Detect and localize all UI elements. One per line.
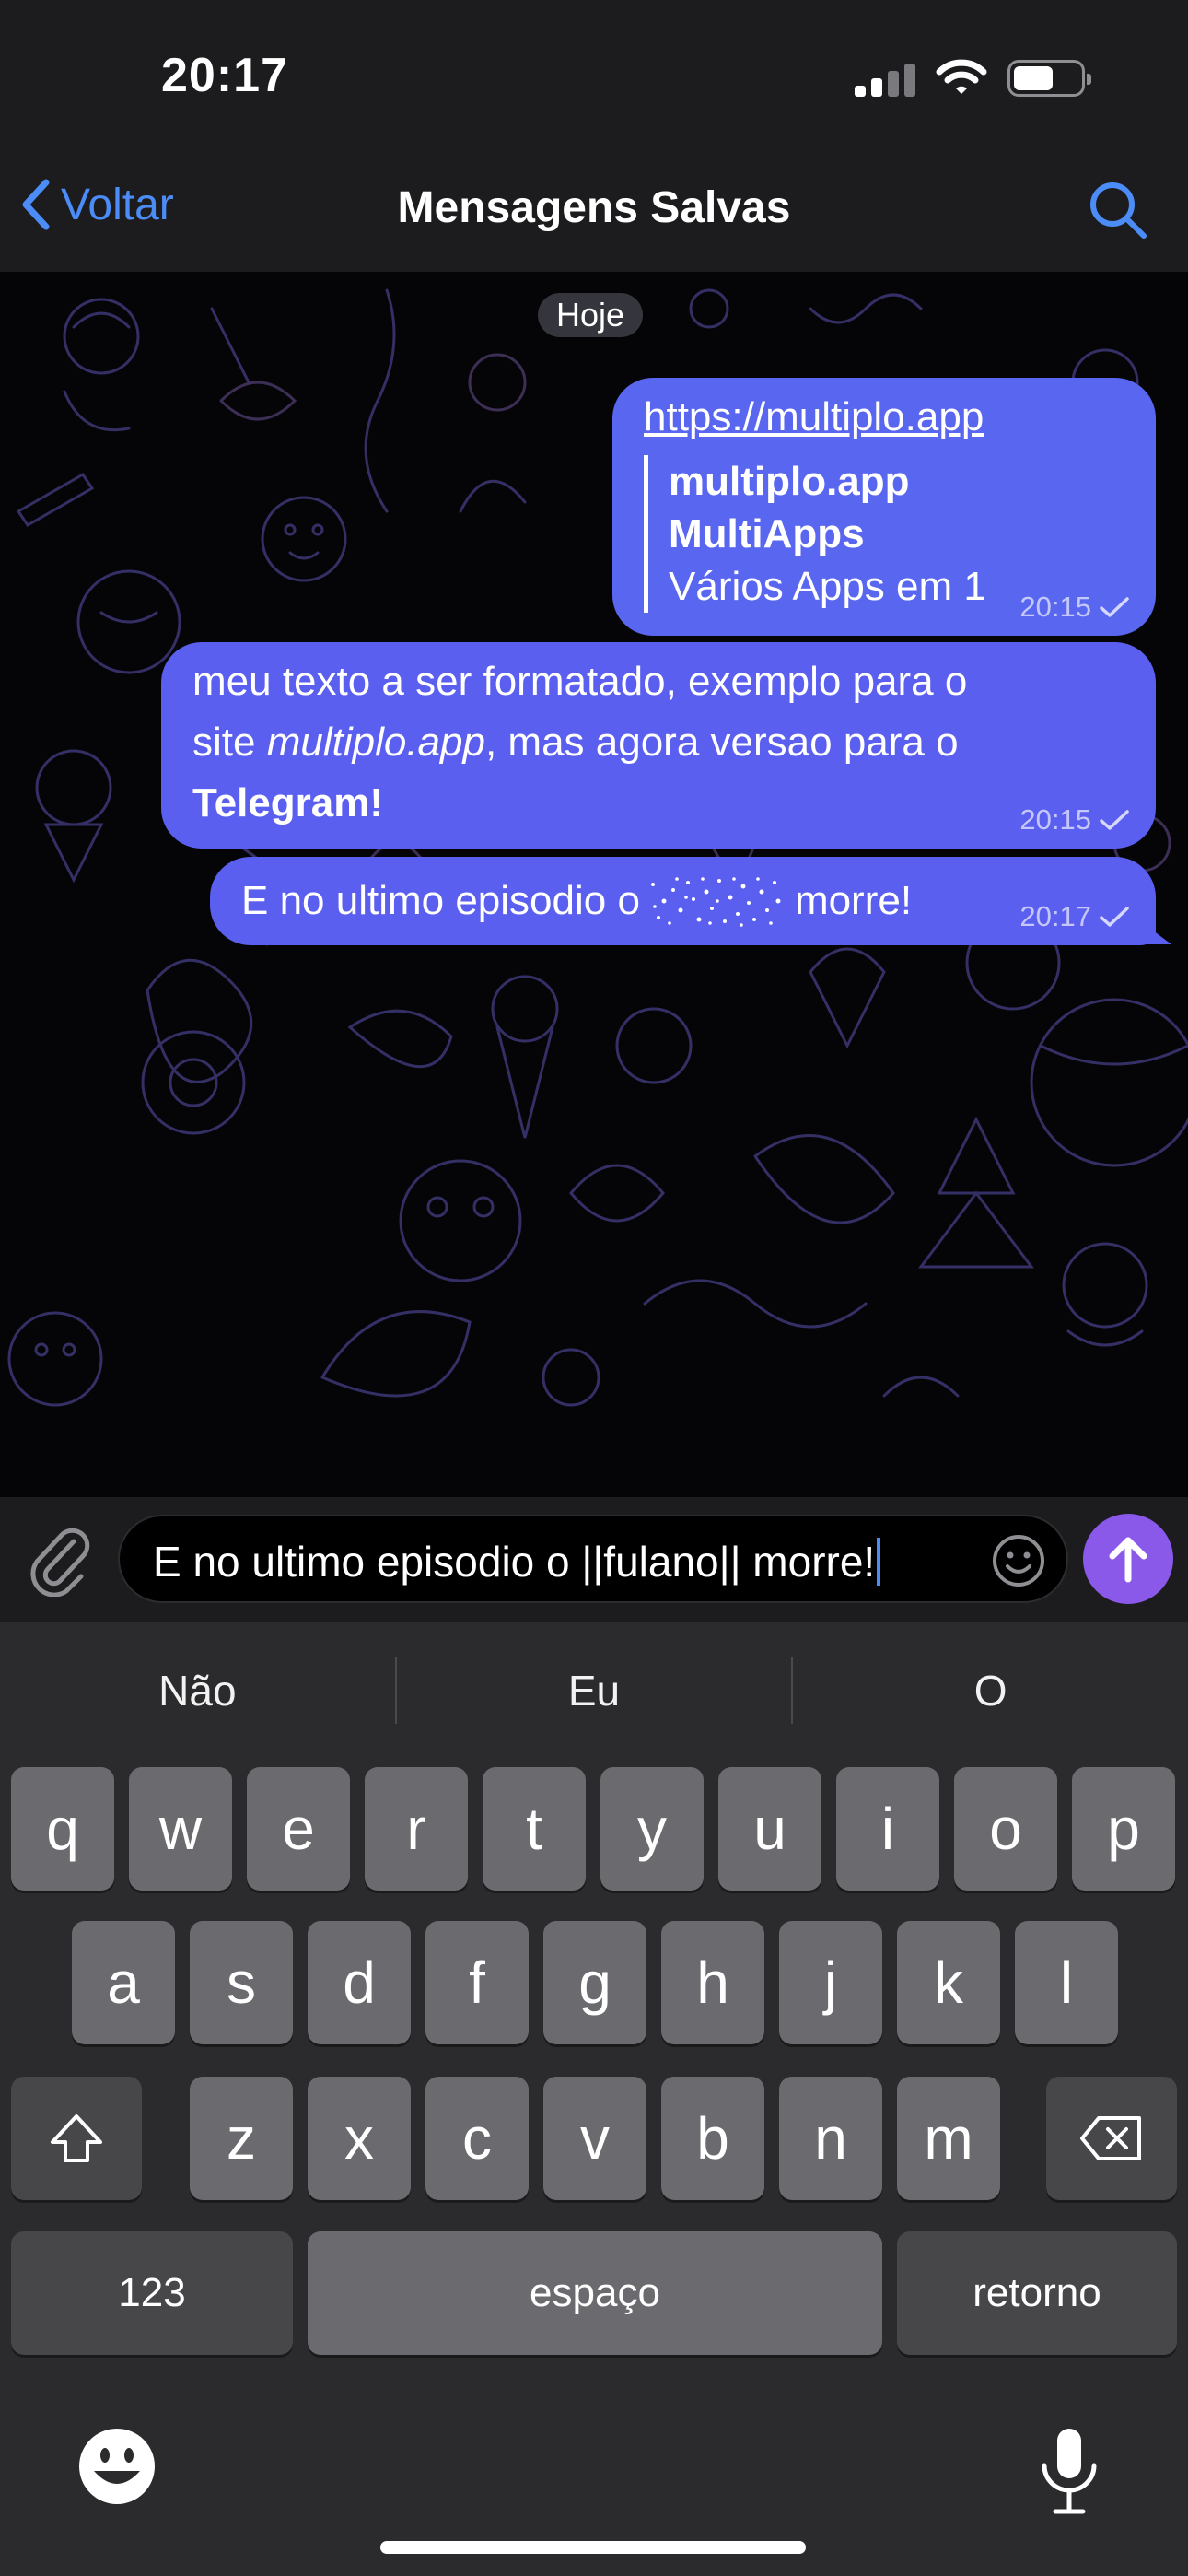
link-preview-description: Vários Apps em 1 [669,564,986,609]
message-italic-text: multiplo.app [266,720,485,765]
message-time: 20:15 [1019,591,1091,623]
back-button[interactable]: Voltar [18,177,174,232]
key-q[interactable]: q [11,1767,114,1891]
message-composer: E no ultimo episodio o ||fulano|| morre! [0,1497,1188,1622]
spoiler-text[interactable] [646,873,784,929]
message-time: 20:17 [1019,900,1091,932]
key-s[interactable]: s [190,1921,293,2044]
key-y[interactable]: y [600,1767,704,1891]
message-line: meu texto a ser formatado, exemplo para … [192,659,968,704]
back-label: Voltar [61,180,174,229]
numbers-key[interactable]: 123 [11,2231,293,2355]
return-key[interactable]: retorno [897,2231,1177,2355]
message-bubble-link[interactable]: https://multiplo.app multiplo.app MultiA… [612,378,1156,636]
emoji-icon[interactable] [991,1533,1046,1588]
key-k[interactable]: k [897,1921,1000,2044]
key-v[interactable]: v [543,2077,646,2200]
shift-key[interactable] [11,2077,142,2200]
key-l[interactable]: l [1015,1921,1118,2044]
shift-icon [51,2114,102,2162]
suggestion-item[interactable]: O [793,1666,1188,1715]
suggestion-bar: Não Eu O [0,1622,1188,1760]
key-g[interactable]: g [543,1921,646,2044]
message-input[interactable]: E no ultimo episodio o ||fulano|| morre! [118,1515,1068,1603]
message-bold-text: Telegram! [192,780,384,825]
checkmark-icon [1100,907,1129,927]
message-line: Telegram! [192,773,1124,834]
microphone-icon[interactable] [1037,2425,1101,2517]
key-n[interactable]: n [779,2077,882,2200]
message-text: E no ultimo episodio o [241,878,640,923]
key-p[interactable]: p [1072,1767,1175,1891]
message-input-text: E no ultimo episodio o ||fulano|| morre! [153,1538,876,1586]
status-time: 20:17 [161,49,288,102]
link-preview-title: MultiApps [669,511,865,556]
key-i[interactable]: i [836,1767,939,1891]
chevron-left-icon [22,179,50,230]
top-bar: 20:17 Voltar Mensagens Salvas [0,0,1188,272]
key-e[interactable]: e [247,1767,350,1891]
message-input-text-wrap: E no ultimo episodio o ||fulano|| morre! [153,1537,881,1587]
chat-area[interactable]: Hoje https://multiplo.app multiplo.app M… [0,272,1188,1497]
status-icons [855,59,1091,98]
battery-icon [1007,60,1091,97]
emoji-icon[interactable] [76,2425,158,2508]
key-f[interactable]: f [425,1921,529,2044]
message-bubble-spoiler[interactable]: E no ultimo episodio o morre! 20:17 [210,857,1156,945]
keyboard: Não Eu O q w e r t y u i o p a s d f g h… [0,1622,1188,2576]
message-meta: 20:15 [1019,591,1130,623]
home-indicator[interactable] [380,2541,806,2554]
key-o[interactable]: o [954,1767,1057,1891]
link-preview[interactable]: multiplo.app MultiApps Vários Apps em 1 [644,455,1124,613]
key-a[interactable]: a [72,1921,175,2044]
key-b[interactable]: b [661,2077,764,2200]
text-cursor [877,1538,881,1586]
message-meta: 20:15 [1019,804,1130,836]
checkmark-icon [1100,597,1129,617]
key-x[interactable]: x [308,2077,411,2200]
paperclip-icon[interactable] [26,1523,92,1597]
wifi-icon [936,59,987,94]
key-u[interactable]: u [718,1767,821,1891]
space-key[interactable]: espaço [308,2231,882,2355]
message-link[interactable]: https://multiplo.app [644,387,1124,448]
key-d[interactable]: d [308,1921,411,2044]
key-r[interactable]: r [365,1767,468,1891]
message-bubble-formatted[interactable]: meu texto a ser formatado, exemplo para … [161,642,1156,849]
delete-key[interactable] [1046,2077,1177,2200]
send-button[interactable] [1083,1514,1173,1604]
cellular-signal-icon [855,60,915,97]
link-preview-site: multiplo.app [669,459,910,504]
search-icon[interactable] [1085,177,1149,241]
suggestion-item[interactable]: Não [0,1666,395,1715]
arrow-up-icon [1109,1537,1147,1583]
message-text: , mas agora versao para o [484,720,959,765]
page-title: Mensagens Salvas [397,183,791,232]
message-time: 20:15 [1019,803,1091,836]
checkmark-icon [1100,810,1129,830]
key-z[interactable]: z [190,2077,293,2200]
key-h[interactable]: h [661,1921,764,2044]
message-text: site [192,720,267,765]
delete-icon [1080,2116,1141,2160]
key-w[interactable]: w [129,1767,232,1891]
key-j[interactable]: j [779,1921,882,2044]
key-c[interactable]: c [425,2077,529,2200]
message-meta: 20:17 [1019,901,1130,932]
key-t[interactable]: t [483,1767,586,1891]
key-m[interactable]: m [897,2077,1000,2200]
date-separator: Hoje [538,293,644,337]
message-line: site multiplo.app, mas agora versao para… [192,712,1124,773]
suggestion-item[interactable]: Eu [397,1666,792,1715]
message-text: morre! [794,878,913,923]
